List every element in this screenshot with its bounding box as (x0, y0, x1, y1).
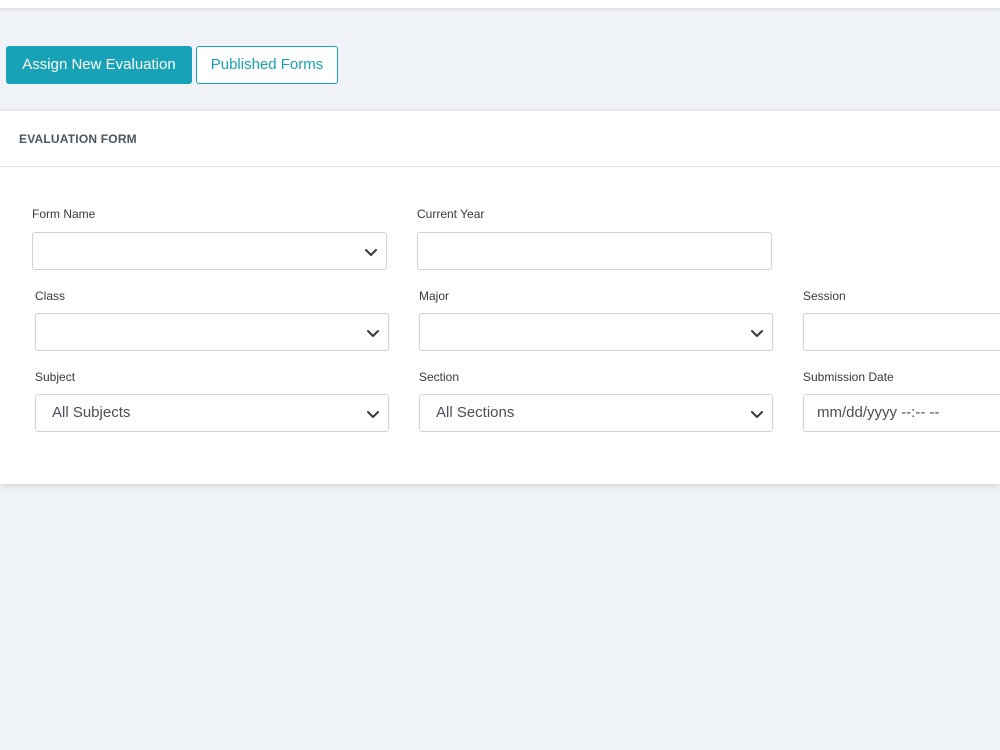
card-title: EVALUATION FORM (19, 132, 137, 146)
card-header: EVALUATION FORM (0, 111, 1000, 167)
submission-date-input[interactable]: mm/dd/yyyy --:-- -- (803, 394, 1000, 432)
session-label: Session (803, 289, 846, 303)
form-name-select[interactable] (32, 232, 387, 270)
session-input[interactable] (803, 313, 1000, 351)
major-select[interactable] (419, 313, 773, 351)
subject-value: All Subjects (52, 404, 131, 421)
submission-date-placeholder: mm/dd/yyyy --:-- -- (817, 404, 940, 421)
evaluation-form-card: EVALUATION FORM Form Name Current Year C… (0, 110, 1000, 484)
chevron-down-icon (365, 249, 377, 256)
form-name-label: Form Name (32, 207, 96, 221)
class-select[interactable] (35, 313, 389, 351)
chevron-down-icon (751, 330, 763, 337)
assign-new-evaluation-button[interactable]: Assign New Evaluation (6, 46, 192, 84)
section-value: All Sections (436, 404, 515, 421)
chevron-down-icon (751, 411, 763, 418)
current-year-input[interactable] (417, 232, 772, 270)
major-label: Major (419, 289, 450, 303)
submission-date-label: Submission Date (803, 370, 894, 384)
chevron-down-icon (367, 330, 379, 337)
section-label: Section (419, 370, 460, 384)
current-year-label: Current Year (417, 207, 485, 221)
chevron-down-icon (367, 411, 379, 418)
published-forms-button[interactable]: Published Forms (196, 46, 338, 84)
subject-label: Subject (35, 370, 76, 384)
section-select[interactable]: All Sections (419, 394, 773, 432)
top-bar (0, 0, 1000, 8)
subject-select[interactable]: All Subjects (35, 394, 389, 432)
class-label: Class (35, 289, 66, 303)
